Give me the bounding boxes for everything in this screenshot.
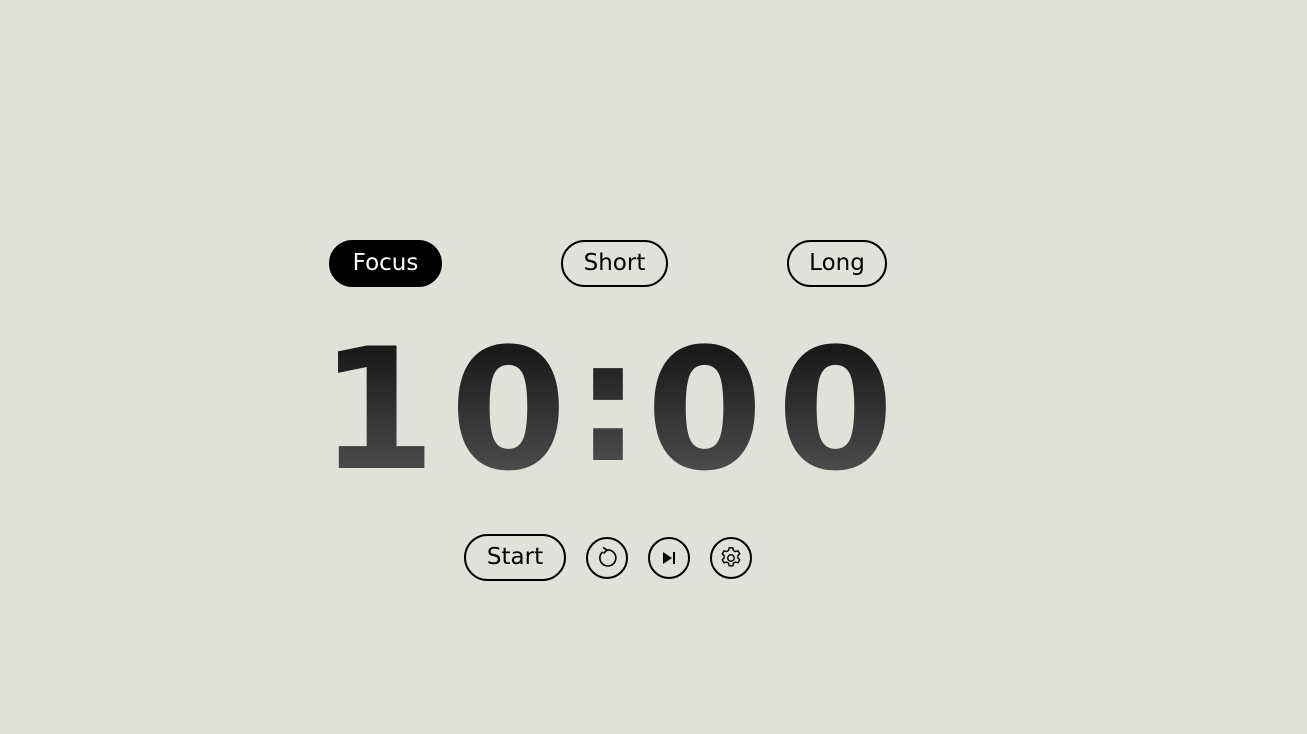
tab-focus[interactable]: Focus [329,240,442,287]
tab-long[interactable]: Long [787,240,887,287]
timer-separator: : [574,320,641,500]
tab-short[interactable]: Short [561,240,668,287]
timer-minutes: 10 [319,320,581,500]
skip-next-icon [663,552,675,564]
reset-icon [599,547,617,567]
pomodoro-app: Focus Short Long 10 : 00 Start [0,0,1307,734]
skip-button[interactable] [648,537,690,579]
timer-display: 10 : 00 [300,320,920,500]
reset-button[interactable] [586,537,628,579]
timer-seconds: 00 [646,320,908,500]
start-button[interactable]: Start [464,534,566,581]
gear-icon [721,547,741,567]
settings-button[interactable] [710,537,752,579]
